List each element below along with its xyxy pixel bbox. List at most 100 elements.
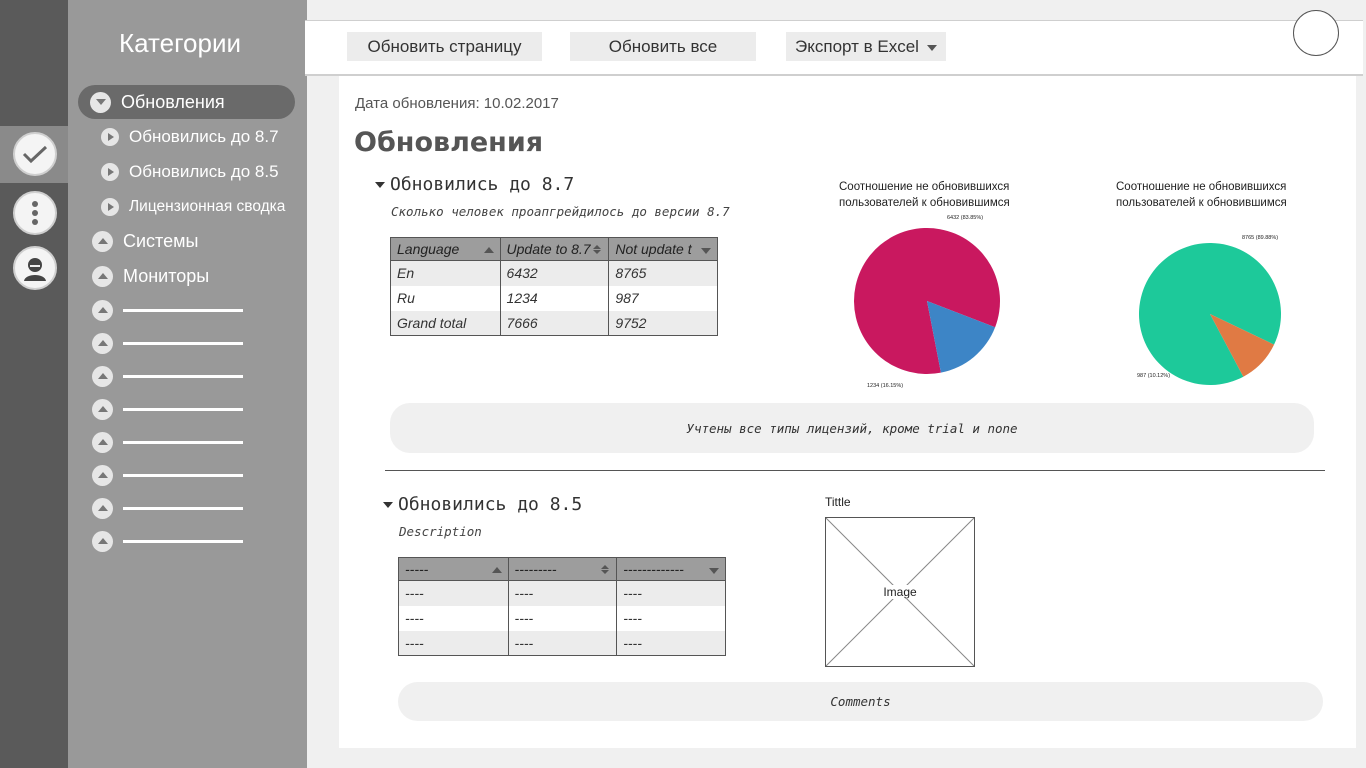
table-cell: ---- bbox=[616, 605, 726, 631]
chart-title: Соотношение не обновившихся пользователе… bbox=[1116, 181, 1287, 209]
column-header[interactable]: Not update t bbox=[608, 237, 718, 261]
comments-box[interactable]: Comments bbox=[398, 682, 1323, 721]
sidebar-item-updates[interactable]: Обновления bbox=[78, 85, 295, 119]
pie-slice-label: 1234 (16.15%) bbox=[867, 383, 903, 389]
category-sidebar: Категории Обновления Обновились до 8.7 О… bbox=[68, 0, 307, 768]
toolbar: Обновить страницу Обновить все Экспорт в… bbox=[305, 20, 1363, 76]
section-updated-8-7-toggle[interactable]: Обновились до 8.7 bbox=[375, 174, 574, 195]
table-cell: ---- bbox=[616, 580, 726, 606]
placeholder-line bbox=[123, 441, 243, 444]
chevron-right-icon bbox=[101, 198, 119, 216]
more-vertical-icon[interactable] bbox=[13, 191, 57, 235]
table-cell: Ru bbox=[390, 285, 501, 311]
section-heading: Обновились до 8.7 bbox=[390, 174, 575, 195]
image-title: Tittle bbox=[825, 495, 851, 509]
refresh-page-button[interactable]: Обновить страницу bbox=[347, 32, 542, 61]
icon-rail bbox=[0, 0, 68, 768]
column-header[interactable]: Language bbox=[390, 237, 501, 261]
user-icon[interactable] bbox=[13, 246, 57, 290]
chevron-down-icon bbox=[375, 181, 385, 188]
sidebar-item-license-summary[interactable]: Лицензионная сводка bbox=[101, 198, 285, 216]
table-cell: 1234 bbox=[499, 285, 610, 311]
sidebar-item-monitors[interactable]: Мониторы bbox=[92, 266, 209, 287]
sidebar-item-placeholder[interactable] bbox=[92, 498, 243, 519]
updates-table: Language Update to 8.7 Not update t En 6… bbox=[390, 237, 718, 336]
account-circle[interactable] bbox=[1293, 10, 1339, 56]
sidebar-item-label: Мониторы bbox=[123, 266, 210, 286]
sidebar-item-placeholder[interactable] bbox=[92, 366, 243, 387]
sidebar-item-placeholder[interactable] bbox=[92, 465, 243, 486]
placeholder-line bbox=[123, 540, 243, 543]
sidebar-item-label: Обновились до 8.7 bbox=[129, 127, 279, 146]
table-cell: En bbox=[390, 260, 501, 286]
table-cell: Grand total bbox=[390, 310, 501, 336]
table-row: ---- ---- ---- bbox=[398, 580, 726, 606]
sidebar-title: Категории bbox=[119, 28, 241, 58]
refresh-all-button[interactable]: Обновить все bbox=[570, 32, 756, 61]
column-header[interactable]: Update to 8.7 bbox=[499, 237, 610, 261]
table-cell: ---- bbox=[398, 580, 509, 606]
sidebar-item-label: Лицензионная сводка bbox=[129, 198, 286, 215]
chart-title: Соотношение не обновившихся пользователе… bbox=[839, 181, 1010, 209]
table-cell: 7666 bbox=[499, 310, 610, 336]
table-cell: 987 bbox=[608, 285, 718, 311]
placeholder-line bbox=[123, 474, 243, 477]
sort-asc-icon bbox=[491, 567, 502, 573]
main-content: Дата обновления: 10.02.2017 Обновления О… bbox=[339, 76, 1356, 748]
export-excel-dropdown[interactable]: Экспорт в Excel bbox=[786, 32, 946, 61]
placeholder-line bbox=[123, 309, 243, 312]
column-header[interactable]: ----- bbox=[398, 557, 509, 581]
sidebar-item-systems[interactable]: Системы bbox=[92, 231, 198, 252]
chevron-up-icon bbox=[92, 231, 113, 252]
column-header[interactable]: --------- bbox=[507, 557, 618, 581]
sidebar-item-placeholder[interactable] bbox=[92, 300, 243, 321]
chevron-up-icon bbox=[92, 366, 113, 387]
sidebar-item-label: Обновления bbox=[121, 91, 225, 112]
chevron-down-icon bbox=[90, 91, 111, 113]
sidebar-item-placeholder[interactable] bbox=[92, 432, 243, 453]
sidebar-item-updated-8-7[interactable]: Обновились до 8.7 bbox=[101, 127, 279, 147]
table-row: En 6432 8765 bbox=[390, 260, 718, 286]
sort-icon bbox=[600, 565, 610, 575]
placeholder-line bbox=[123, 507, 243, 510]
chevron-right-icon bbox=[101, 128, 119, 146]
chevron-up-icon bbox=[92, 399, 113, 420]
license-note: Учтены все типы лицензий, кроме trial и … bbox=[390, 403, 1314, 453]
table-row: Ru 1234 987 bbox=[390, 285, 718, 311]
update-date: Дата обновления: 10.02.2017 bbox=[355, 95, 559, 112]
column-header[interactable]: ------------- bbox=[616, 557, 726, 581]
sidebar-item-updated-8-5[interactable]: Обновились до 8.5 bbox=[101, 162, 279, 182]
table-row: ---- ---- ---- bbox=[398, 605, 726, 631]
section-divider bbox=[385, 470, 1325, 471]
placeholder-line bbox=[123, 375, 243, 378]
sidebar-item-placeholder[interactable] bbox=[92, 333, 243, 354]
image-placeholder: Image bbox=[825, 517, 975, 667]
section-description: Description bbox=[399, 524, 482, 539]
chevron-up-icon bbox=[92, 300, 113, 321]
chevron-up-icon bbox=[92, 498, 113, 519]
image-label: Image bbox=[826, 585, 974, 599]
table-row: ---- ---- ---- bbox=[398, 630, 726, 656]
table-cell: ---- bbox=[507, 605, 618, 631]
pie-slice-label: 987 (10.12%) bbox=[1137, 373, 1170, 379]
page-title: Обновления bbox=[354, 127, 544, 158]
table-cell: 6432 bbox=[499, 260, 610, 286]
export-excel-label: Экспорт в Excel bbox=[795, 36, 919, 56]
sidebar-item-label: Системы bbox=[123, 231, 199, 251]
table-cell: ---- bbox=[398, 630, 509, 656]
table-cell: 9752 bbox=[608, 310, 718, 336]
chevron-up-icon bbox=[92, 432, 113, 453]
placeholder-table: ----- --------- ------------- ---- ---- … bbox=[398, 557, 726, 656]
chevron-down-icon bbox=[383, 501, 393, 508]
sidebar-item-placeholder[interactable] bbox=[92, 399, 243, 420]
sidebar-item-placeholder[interactable] bbox=[92, 531, 243, 552]
placeholder-line bbox=[123, 342, 243, 345]
section-heading: Обновились до 8.5 bbox=[398, 494, 583, 515]
pie-slice-label: 6432 (83.85%) bbox=[947, 215, 983, 221]
chevron-up-icon bbox=[92, 465, 113, 486]
check-icon[interactable] bbox=[13, 132, 57, 176]
chevron-up-icon bbox=[92, 531, 113, 552]
caret-down-icon bbox=[926, 45, 937, 51]
sort-desc-icon bbox=[701, 248, 711, 254]
section-updated-8-5-toggle[interactable]: Обновились до 8.5 bbox=[383, 494, 582, 515]
